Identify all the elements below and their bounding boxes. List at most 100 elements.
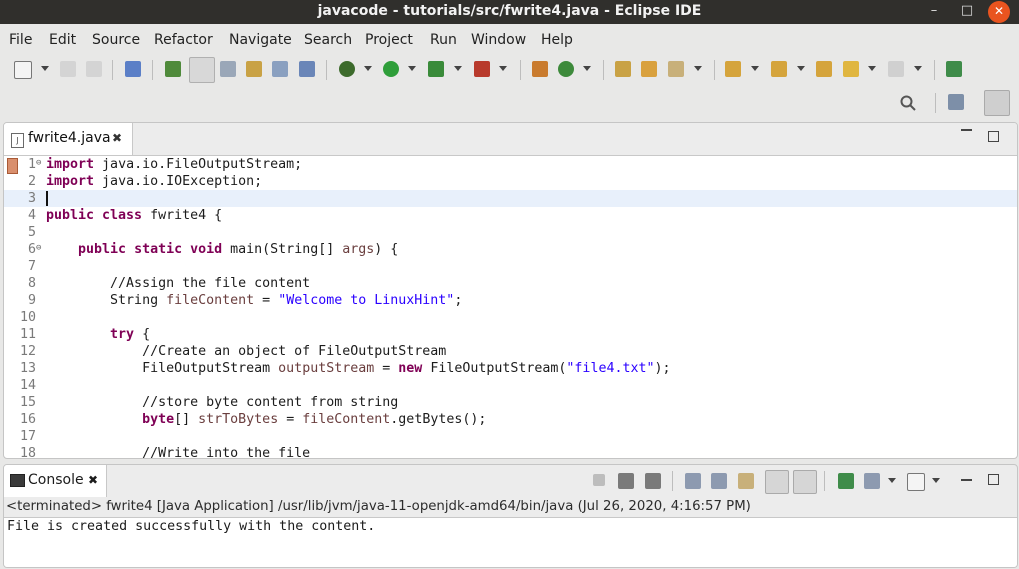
console-tabstrip: Console ✖	[4, 465, 1017, 497]
text-caret	[46, 191, 48, 206]
close-button[interactable]: ✕	[988, 1, 1010, 23]
save-all-icon[interactable]	[86, 61, 102, 77]
tab-console[interactable]: Console ✖	[4, 465, 107, 497]
display-console-dropdown-icon[interactable]	[888, 478, 896, 483]
line-number: 17	[19, 429, 36, 444]
maximize-editor-icon[interactable]	[988, 131, 999, 142]
fold-collapse-icon[interactable]: ⊖	[36, 156, 41, 170]
menu-refactor[interactable]: Refactor	[154, 32, 213, 48]
code-comment: //Assign the file content	[46, 276, 311, 291]
code-line: 5	[4, 224, 1017, 241]
back-dropdown-icon[interactable]	[868, 66, 876, 71]
debug-dropdown-icon[interactable]	[364, 66, 372, 71]
menu-help[interactable]: Help	[541, 32, 573, 48]
java-perspective-icon[interactable]	[984, 90, 1010, 116]
code-comment: //Create an object of FileOutputStream	[46, 344, 447, 359]
menu-source[interactable]: Source	[92, 32, 140, 48]
back-icon[interactable]	[843, 61, 859, 77]
code-line-current: 3	[4, 190, 1017, 207]
code-text: String fileContent = "Welcome to LinuxHi…	[46, 293, 463, 308]
window-title: javacode - tutorials/src/fwrite4.java - …	[317, 3, 702, 19]
minimize-button[interactable]: –	[920, 0, 948, 24]
open-console-dropdown-icon[interactable]	[932, 478, 940, 483]
menu-search[interactable]: Search	[304, 32, 352, 48]
debug-icon[interactable]	[339, 61, 355, 77]
code-text: FileOutputStream outputStream = new File…	[46, 361, 671, 376]
close-console-icon[interactable]: ✖	[88, 473, 98, 487]
clear-console-icon[interactable]	[685, 473, 701, 489]
fold-collapse-icon[interactable]: ⊖	[36, 241, 41, 255]
line-number: 7	[27, 259, 36, 274]
code-text: public class fwrite4 {	[46, 208, 223, 223]
menu-window[interactable]: Window	[471, 32, 526, 48]
search-task-dropdown-icon[interactable]	[694, 66, 702, 71]
coverage-dropdown-icon[interactable]	[454, 66, 462, 71]
maximize-button[interactable]: □	[953, 0, 981, 24]
open-perspective-icon[interactable]	[948, 94, 964, 110]
menu-file[interactable]: File	[9, 32, 32, 48]
pin-console-icon[interactable]	[838, 473, 854, 489]
show-on-stdout-icon[interactable]	[765, 470, 789, 494]
external-tools-dropdown-icon[interactable]	[499, 66, 507, 71]
new-java-package-icon[interactable]	[165, 61, 181, 77]
open-console-icon[interactable]	[907, 473, 925, 491]
search-icon[interactable]	[900, 95, 916, 111]
tab-fwrite4-java[interactable]: J fwrite4.java ✖	[4, 123, 133, 155]
console-panel: Console ✖ <terminated> fwrite4 [Java App…	[3, 464, 1018, 568]
terminate-icon[interactable]	[593, 474, 605, 486]
forward-icon[interactable]	[888, 61, 904, 77]
skip-breakpoints-icon[interactable]	[125, 61, 141, 77]
display-selected-console-icon[interactable]	[864, 473, 880, 489]
menu-run[interactable]: Run	[430, 32, 457, 48]
coverage-icon[interactable]	[428, 61, 444, 77]
new-java-project-icon[interactable]	[532, 61, 548, 77]
external-tools-icon[interactable]	[474, 61, 490, 77]
minimize-console-icon[interactable]	[961, 479, 972, 481]
code-text: import java.io.IOException;	[46, 174, 263, 189]
toggle-mark-occurrences-icon[interactable]	[189, 57, 215, 83]
new-icon[interactable]	[14, 61, 32, 79]
remove-all-terminated-icon[interactable]	[645, 473, 661, 489]
remove-launch-icon[interactable]	[618, 473, 634, 489]
menu-edit[interactable]: Edit	[49, 32, 76, 48]
run-dropdown-icon[interactable]	[408, 66, 416, 71]
pin-editor-icon[interactable]	[946, 61, 962, 77]
code-editor[interactable]: 1 ⊖ import java.io.FileOutputStream; 2 i…	[4, 156, 1017, 458]
code-line: 18 //Write into the file	[4, 445, 1017, 459]
scroll-lock-icon[interactable]	[711, 473, 727, 489]
word-wrap-console-icon[interactable]	[738, 473, 754, 489]
forward-dropdown-icon[interactable]	[914, 66, 922, 71]
refresh-icon[interactable]	[558, 61, 574, 77]
refresh-dropdown-icon[interactable]	[583, 66, 591, 71]
search-task-icon[interactable]	[668, 61, 684, 77]
next-annotation-icon[interactable]	[725, 61, 741, 77]
close-tab-icon[interactable]: ✖	[112, 131, 122, 145]
next-annotation-dropdown-icon[interactable]	[751, 66, 759, 71]
paragraph-icon[interactable]	[299, 61, 315, 77]
open-type-icon[interactable]	[615, 61, 631, 77]
open-task-icon[interactable]	[641, 61, 657, 77]
tab-label: fwrite4.java	[28, 130, 111, 146]
code-line: 1 ⊖ import java.io.FileOutputStream;	[4, 156, 1017, 174]
code-comment: //store byte content from string	[46, 395, 399, 410]
previous-annotation-dropdown-icon[interactable]	[797, 66, 805, 71]
previous-annotation-icon[interactable]	[771, 61, 787, 77]
new-dropdown-icon[interactable]	[41, 66, 49, 71]
menu-navigate[interactable]: Navigate	[229, 32, 292, 48]
maximize-console-icon[interactable]	[988, 474, 999, 485]
run-icon[interactable]	[383, 61, 399, 77]
block-selection-icon[interactable]	[220, 61, 236, 77]
console-tab-label: Console	[28, 472, 84, 488]
code-comment: //Write into the file	[46, 446, 311, 459]
last-edit-icon[interactable]	[816, 61, 832, 77]
code-text: import java.io.FileOutputStream;	[46, 157, 303, 172]
show-on-stderr-icon[interactable]	[793, 470, 817, 494]
menu-project[interactable]: Project	[365, 32, 413, 48]
show-whitespace-icon[interactable]	[246, 61, 262, 77]
minimize-editor-icon[interactable]	[961, 129, 972, 131]
console-output[interactable]: File is created successfully with the co…	[4, 517, 1017, 567]
word-wrap-icon[interactable]	[272, 61, 288, 77]
line-number: 5	[27, 225, 36, 240]
save-icon[interactable]	[60, 61, 76, 77]
line-number: 15	[19, 395, 36, 410]
